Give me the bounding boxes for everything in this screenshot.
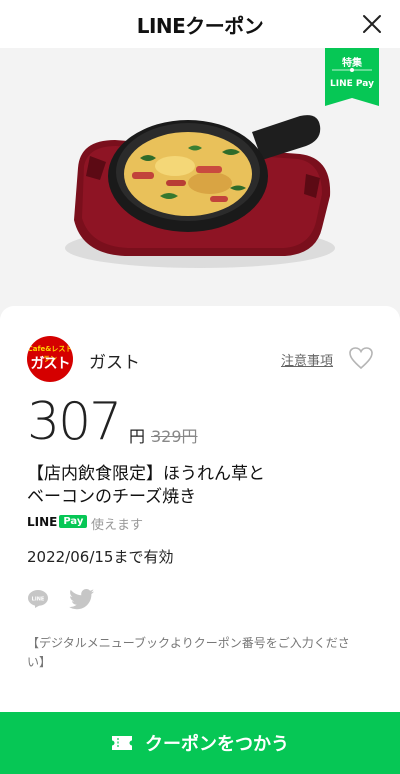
- coupon-note-line2: い】: [27, 655, 52, 669]
- line-share-icon[interactable]: LINE: [27, 589, 49, 609]
- linepay-logo-line: LINE: [27, 514, 58, 529]
- store-name: ガスト: [89, 353, 140, 373]
- coupon-card: Cafe&レストラン ガスト ガスト 注意事項 307 円 329円 【店内飲食…: [0, 306, 400, 774]
- twitter-share-icon[interactable]: [69, 589, 95, 610]
- price-unit: 円: [129, 427, 146, 446]
- badge-feature-label: 特集: [342, 58, 362, 69]
- coupon-title-line2: ベーコンのチーズ焼き: [27, 487, 197, 507]
- feature-badge: 特集 LINE Pay: [325, 48, 379, 106]
- payment-availability: 使えます: [91, 518, 144, 533]
- valid-until: 2022/06/15まで有効: [27, 548, 174, 566]
- ticket-icon: [112, 736, 132, 750]
- svg-text:LINE: LINE: [32, 597, 45, 603]
- use-coupon-button[interactable]: クーポンをつかう: [0, 712, 400, 774]
- original-price: 329円: [151, 427, 198, 446]
- header-bar: LINEクーポン: [0, 0, 400, 48]
- close-icon[interactable]: [360, 12, 384, 36]
- use-coupon-button-label: クーポンをつかう: [145, 734, 289, 755]
- heart-icon[interactable]: [348, 346, 374, 370]
- coupon-title-line1: 【店内飲食限定】ほうれん草と: [27, 464, 265, 484]
- badge-linepay-label: LINE Pay: [330, 79, 374, 89]
- coupon-note-line1: 【デジタルメニューブックよりクーポン番号をご入力くださ: [27, 636, 350, 650]
- product-image: 特集 LINE Pay: [0, 48, 400, 310]
- discount-price: 307: [27, 392, 122, 452]
- linepay-logo: LINE Pay: [27, 514, 88, 529]
- notes-link[interactable]: 注意事項: [281, 350, 333, 369]
- store-logo: Cafe&レストラン ガスト: [27, 336, 73, 382]
- linepay-logo-pay: Pay: [59, 515, 88, 528]
- store-logo-name: ガスト: [30, 356, 71, 372]
- app-title: LINEクーポン: [136, 13, 264, 38]
